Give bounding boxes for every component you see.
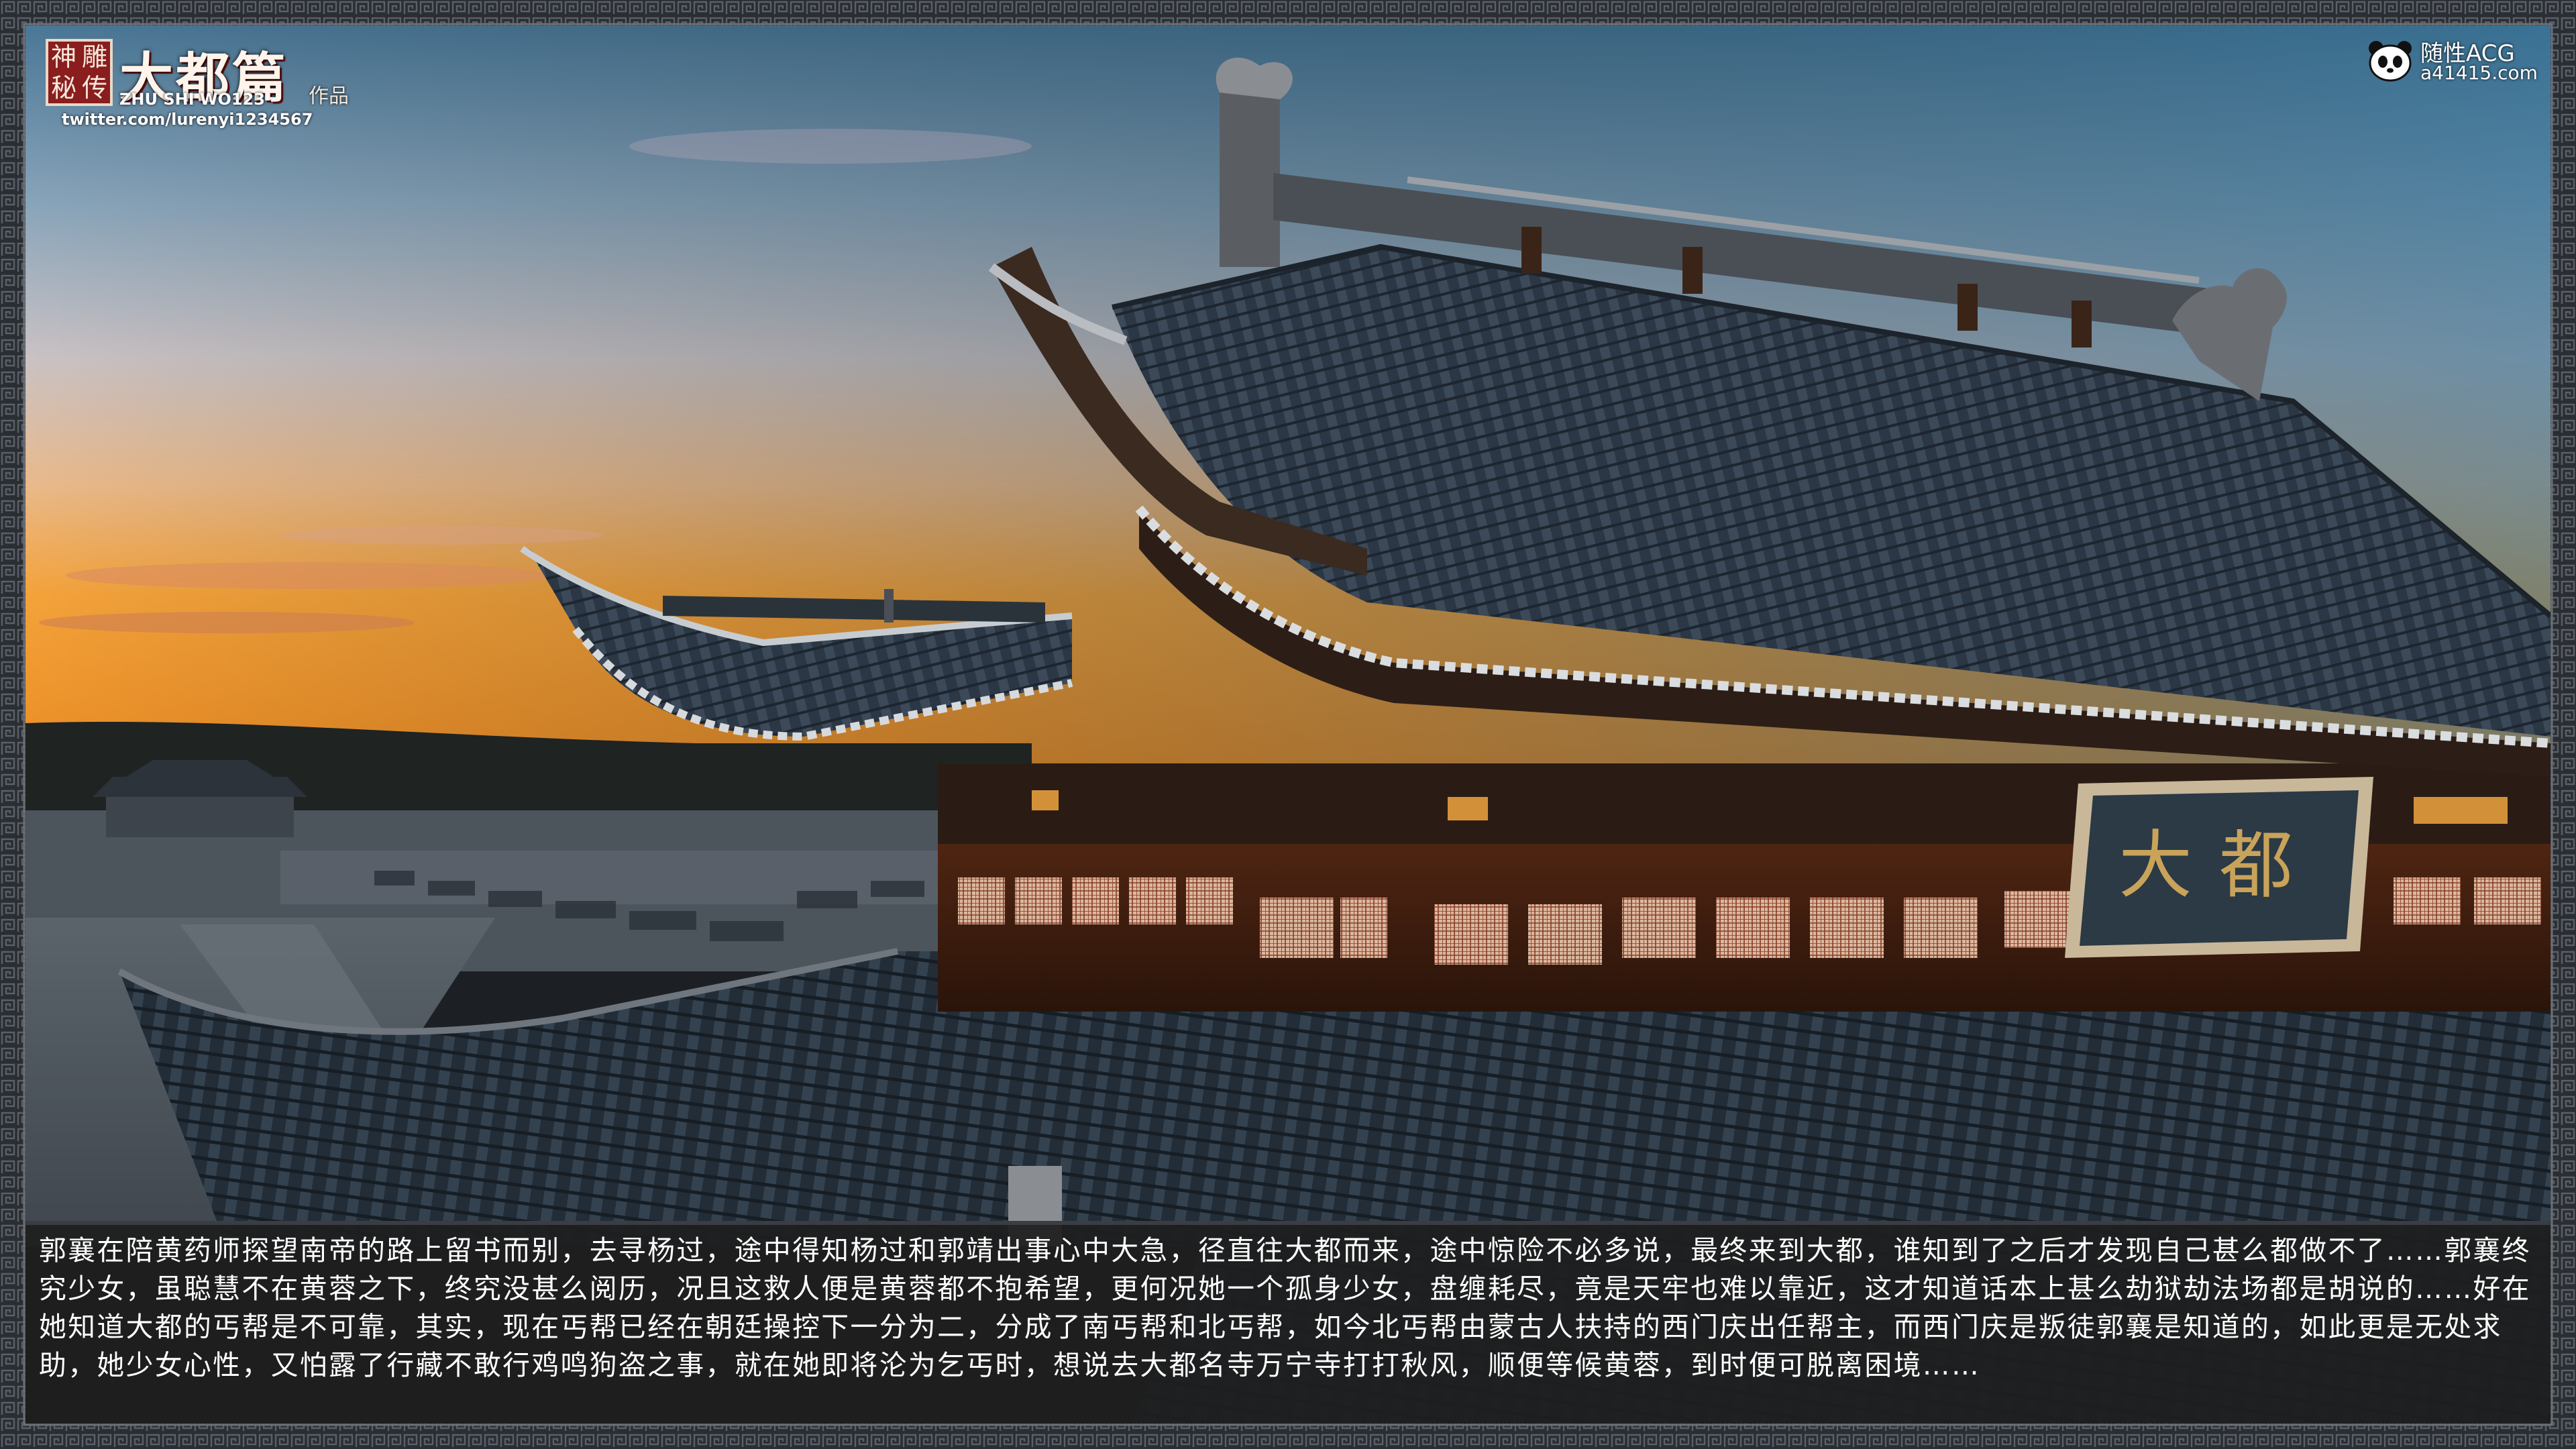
- palace-roof-scene: 大都: [25, 25, 2551, 1424]
- author-seal: 神 雕 秘 传: [46, 39, 113, 106]
- works-label: 作品: [309, 85, 349, 108]
- site-watermark: 随性ACG a41415.com: [2367, 34, 2555, 87]
- story-caption-text: 郭襄在陪黄药师探望南帝的路上留书而别，去寻杨过，途中得知杨过和郭靖出事心中大急，…: [39, 1234, 2531, 1381]
- panda-icon: [2369, 41, 2412, 82]
- story-caption-box: 郭襄在陪黄药师探望南帝的路上留书而别，去寻杨过，途中得知杨过和郭靖出事心中大急，…: [25, 1221, 2551, 1424]
- author-logo: 神 雕 秘 传 大都篇 作品 ZHU SHI WO123 twitter.com…: [40, 35, 349, 136]
- svg-text:大都: 大都: [2118, 822, 2320, 908]
- site-url: a41415.com: [2420, 62, 2538, 84]
- author-name: ZHU SHI WO123: [119, 90, 265, 109]
- name-plaque: 大都: [2065, 777, 2373, 958]
- twitter-handle: twitter.com/lurenyi1234567: [62, 110, 313, 129]
